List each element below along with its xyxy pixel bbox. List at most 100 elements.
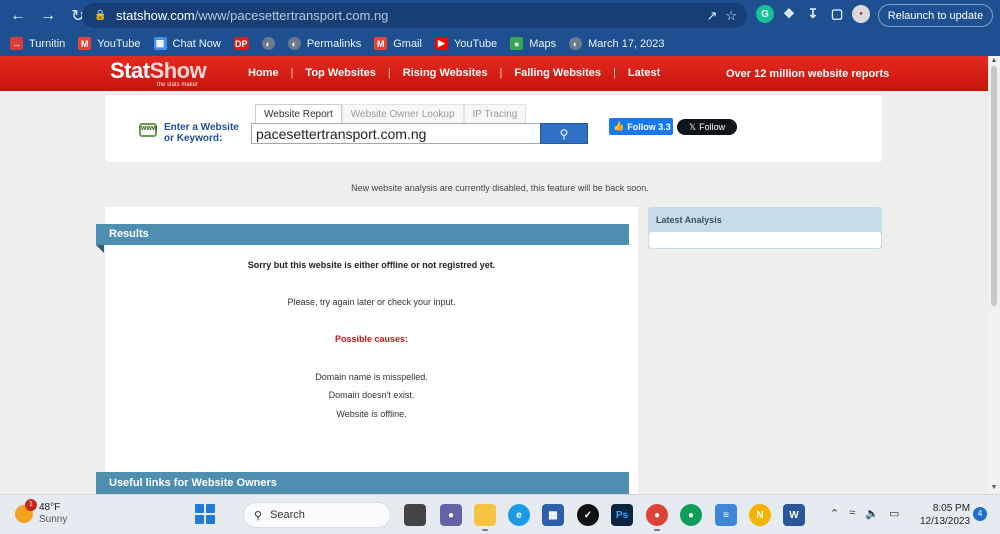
speaker-icon[interactable]: 🔈 [865, 507, 879, 520]
bookmark-maps[interactable]: ● Maps [510, 37, 556, 50]
battery-icon[interactable]: ▭ [889, 507, 899, 520]
page-scrollbar[interactable]: ▲ ▼ [988, 56, 1000, 494]
x-follow-button[interactable]: 𝕏 Follow [677, 119, 737, 135]
url-host: statshow.com [116, 8, 195, 23]
bookmark-youtube-1[interactable]: M YouTube [78, 37, 141, 50]
bookmark-gmail[interactable]: M Gmail [374, 37, 422, 50]
statshow-logo[interactable]: StatShow [110, 58, 207, 84]
chevron-up-icon[interactable]: ⌃ [830, 507, 839, 520]
taskbar-search[interactable]: ⚲ Search [243, 502, 391, 528]
sidepanel-icon[interactable]: ▢ [828, 5, 846, 23]
latest-analysis-list [649, 232, 881, 248]
relaunch-button[interactable]: Relaunch to update [878, 4, 993, 27]
possible-causes-title: Possible causes: [334, 334, 409, 344]
chrome-profile-icon[interactable]: N [749, 504, 771, 526]
app-icon[interactable]: ✓ [577, 504, 599, 526]
forward-arrow-icon[interactable]: → [36, 4, 60, 28]
bookmark-globe[interactable]: ◐ [261, 37, 275, 50]
start-button[interactable] [195, 504, 215, 524]
cause-item: Domain doesn't exist. [328, 390, 415, 400]
scroll-down-icon[interactable]: ▼ [990, 484, 998, 492]
useful-links-heading: Useful links for Website Owners [96, 472, 629, 494]
clock-date: 12/13/2023 [920, 516, 971, 527]
running-indicator [654, 529, 660, 531]
bookmark-turnitin[interactable]: → Turnitin [10, 37, 65, 50]
file-explorer-icon[interactable] [474, 504, 496, 526]
clock-time: 8:05 PM [932, 503, 971, 514]
chrome-icon[interactable]: ● [646, 504, 668, 526]
download-icon[interactable]: ↧ [804, 5, 822, 23]
sun-icon: 1 [15, 499, 37, 523]
grammarly-icon[interactable]: G [756, 5, 774, 23]
results-heading: Results [96, 224, 629, 245]
photoshop-icon[interactable]: Ps [611, 504, 633, 526]
latest-analysis-panel: Latest Analysis [648, 207, 882, 249]
task-view-icon[interactable] [404, 504, 426, 526]
results-panel [105, 207, 638, 494]
windows-taskbar: 1 48°F Sunny ⚲ Search ● e ▦ ✓ Ps ● ● ≡ N … [0, 494, 1000, 534]
x-logo-icon: 𝕏 [688, 121, 697, 132]
store-icon[interactable]: ▦ [542, 504, 564, 526]
grid-icon: ▦ [153, 37, 167, 50]
search-button[interactable]: ⚲ [540, 123, 588, 144]
bookmark-youtube-2[interactable]: ▶ YouTube [434, 37, 497, 50]
system-clock[interactable]: 8:05 PM 12/13/2023 [920, 502, 970, 528]
notepad-icon[interactable]: ≡ [715, 504, 737, 526]
dp-icon: DP [233, 37, 249, 50]
search-icon: ⚲ [559, 126, 569, 141]
weather-widget[interactable]: 1 48°F Sunny [15, 499, 68, 526]
cause-item: Website is offline. [336, 409, 407, 419]
analysis-disabled-notice: New website analysis are currently disab… [351, 183, 649, 193]
weather-badge: 1 [25, 499, 37, 511]
bookmark-chat-now[interactable]: ▦ Chat Now [153, 37, 221, 50]
site-header: StatShow the stats maker Home | Top Websi… [0, 56, 1000, 91]
star-icon[interactable]: ☆ [725, 8, 737, 24]
ribbon-fold [96, 245, 104, 253]
youtube-icon: ▶ [434, 37, 448, 50]
results-sorry-text: Sorry but this website is either offline… [247, 260, 496, 270]
lock-icon: 🔒 [94, 9, 107, 21]
logo-tagline: the stats maker [157, 82, 199, 88]
tab-website-report[interactable]: Website Report [255, 104, 342, 123]
globe-icon: ◐ [287, 37, 301, 50]
notification-badge[interactable]: 4 [973, 507, 987, 521]
share-icon[interactable]: ↗ [706, 8, 717, 24]
search-panel: www Enter a Website or Keyword: Website … [105, 95, 882, 162]
nav-top-websites[interactable]: Top Websites [293, 67, 388, 79]
facebook-follow-button[interactable]: 👍 Follow 3.3 [609, 118, 673, 135]
nav-falling-websites[interactable]: Falling Websites [502, 67, 613, 79]
maps-icon: ● [510, 37, 524, 50]
nav-home[interactable]: Home [236, 67, 291, 79]
bookmark-dp[interactable]: DP [233, 37, 249, 50]
results-try-again-text: Please, try again later or check your in… [287, 297, 456, 307]
weather-condition: Sunny [39, 514, 68, 525]
thumbs-up-icon: 👍 [613, 121, 625, 131]
globe-icon: ◐ [261, 37, 275, 50]
search-icon: ⚲ [254, 509, 263, 522]
word-icon[interactable]: W [783, 504, 805, 526]
address-bar[interactable]: 🔒 statshow.com/www/pacesettertransport.c… [82, 3, 747, 28]
tab-ip-tracing[interactable]: IP Tracing [463, 104, 527, 123]
tab-website-owner-lookup[interactable]: Website Owner Lookup [341, 104, 464, 123]
url-path: /www/pacesettertransport.com.ng [194, 8, 389, 23]
nav-latest[interactable]: Latest [616, 67, 672, 79]
bookmark-march[interactable]: ◐ March 17, 2023 [569, 37, 665, 50]
teams-chat-icon[interactable]: ● [440, 504, 462, 526]
weather-temp: 48°F [39, 502, 61, 513]
wifi-icon[interactable]: ≈ [849, 507, 855, 520]
profile-avatar[interactable]: ● [852, 5, 870, 23]
latest-analysis-title: Latest Analysis [656, 215, 722, 225]
scroll-up-icon[interactable]: ▲ [990, 57, 998, 65]
enter-website-label: Enter a Website or Keyword: [164, 122, 239, 144]
chrome-icon[interactable]: ● [680, 504, 702, 526]
edge-icon[interactable]: e [508, 504, 530, 526]
extensions-icon[interactable]: ❖ [780, 5, 798, 23]
website-search-input[interactable] [251, 123, 541, 144]
gmail-icon: M [78, 37, 92, 50]
gmail-icon: M [374, 37, 388, 50]
running-indicator [482, 529, 488, 531]
back-arrow-icon[interactable]: ← [6, 4, 30, 28]
system-tray: ⌃ ≈ 🔈 ▭ [830, 507, 899, 520]
bookmark-permalinks[interactable]: ◐ Permalinks [287, 37, 361, 50]
nav-rising-websites[interactable]: Rising Websites [391, 67, 500, 79]
